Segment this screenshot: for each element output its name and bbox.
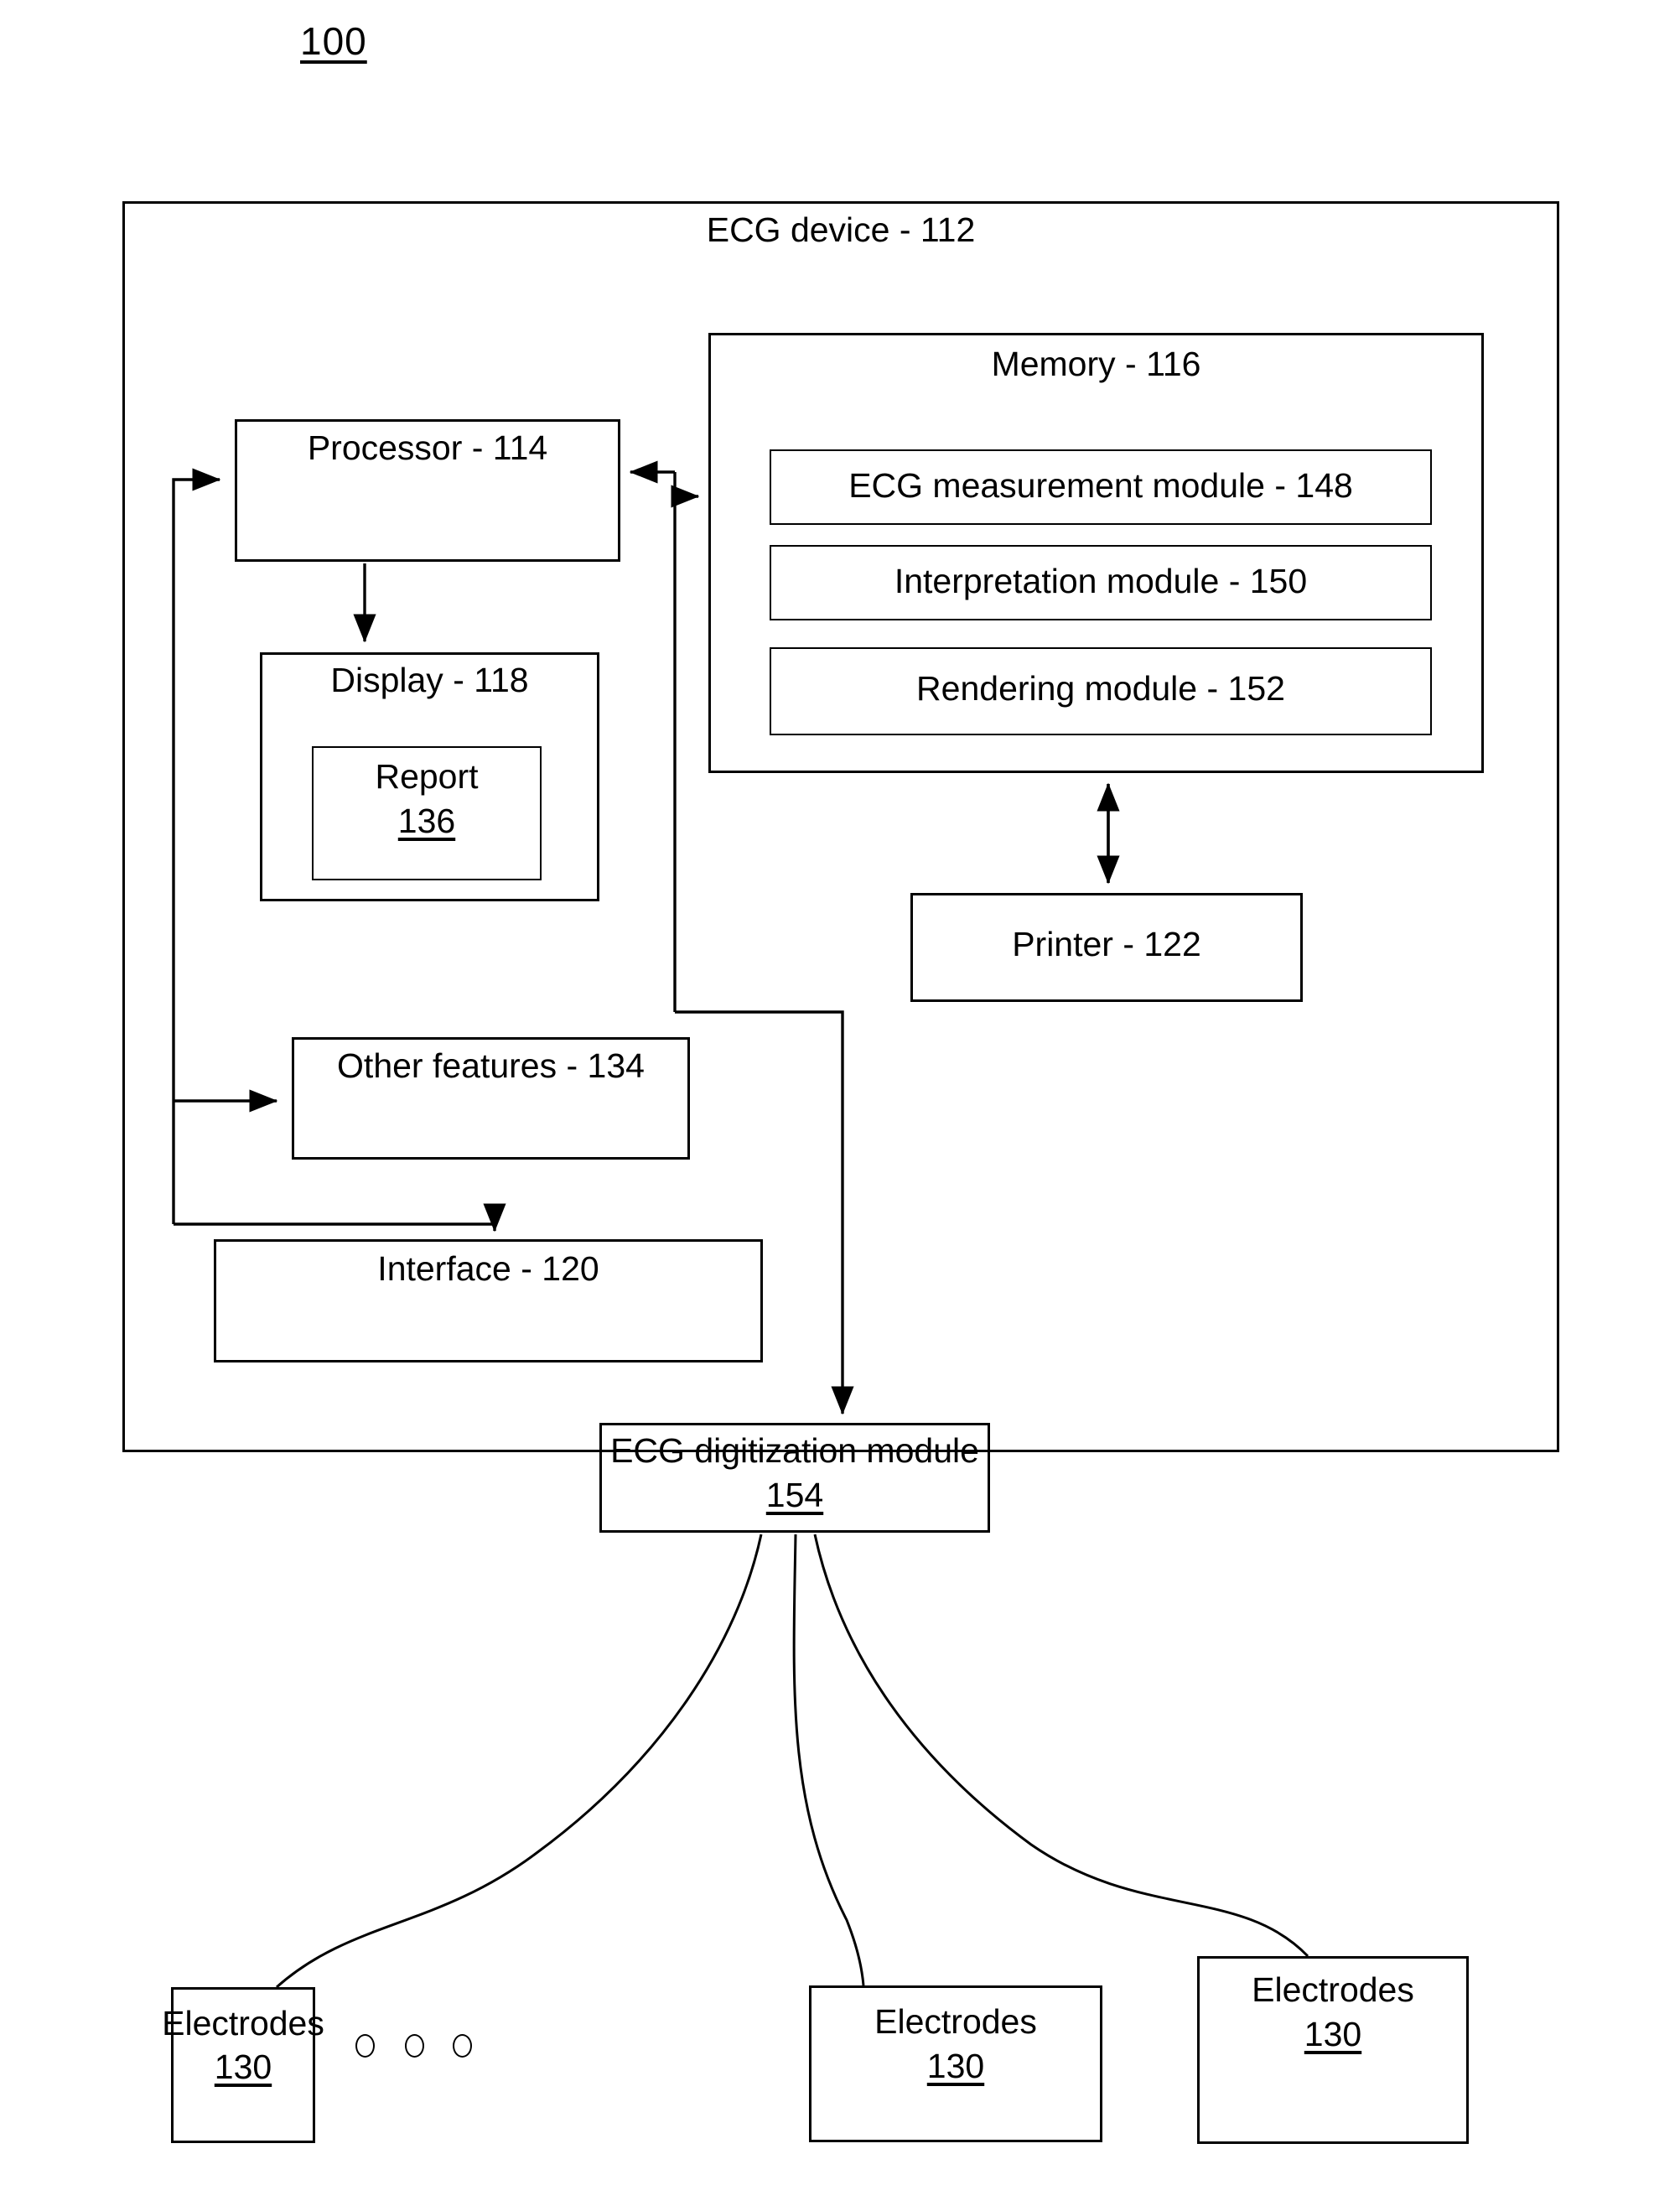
lead-to-electrodes-right bbox=[813, 1534, 1309, 1958]
report-reference-number: 136 bbox=[397, 802, 456, 840]
ecg-digitization-module-reference-number: 154 bbox=[765, 1476, 824, 1514]
display-label: Display - 118 bbox=[330, 661, 529, 699]
lead-to-electrodes-middle bbox=[792, 1534, 865, 1986]
electrodes-left-reference-number: 130 bbox=[214, 2048, 272, 2086]
processor-label: Processor - 114 bbox=[307, 428, 548, 467]
patent-figure-page: 100 ECG device - 112 Processor - 114 Mem… bbox=[0, 0, 1680, 2211]
ellipsis-dot-3-icon bbox=[453, 2034, 472, 2058]
memory-label: Memory - 116 bbox=[991, 345, 1201, 383]
other-features-label: Other features - 134 bbox=[337, 1046, 645, 1085]
lead-to-electrodes-left bbox=[276, 1534, 763, 1989]
printer-label: Printer - 122 bbox=[1012, 925, 1201, 963]
report-label: Report bbox=[375, 757, 479, 796]
ecg-digitization-module-label: ECG digitization module bbox=[610, 1431, 979, 1470]
ellipsis-dot-1-icon bbox=[355, 2034, 375, 2058]
electrodes-right-reference-number: 130 bbox=[1304, 2015, 1362, 2053]
rendering-module-label: Rendering module - 152 bbox=[916, 669, 1285, 708]
electrodes-right-label: Electrodes bbox=[1252, 1970, 1414, 2009]
electrodes-middle-label: Electrodes bbox=[874, 2002, 1037, 2041]
ecg-device-title: ECG device - 112 bbox=[706, 210, 976, 249]
ellipsis-dot-2-icon bbox=[405, 2034, 424, 2058]
electrodes-middle-reference-number: 130 bbox=[926, 2047, 985, 2085]
electrodes-left-label: Electrodes bbox=[162, 2004, 324, 2042]
ecg-measurement-module-label: ECG measurement module - 148 bbox=[848, 466, 1353, 505]
interpretation-module-label: Interpretation module - 150 bbox=[894, 562, 1308, 600]
figure-number: 100 bbox=[300, 19, 367, 63]
interface-label: Interface - 120 bbox=[377, 1249, 599, 1288]
